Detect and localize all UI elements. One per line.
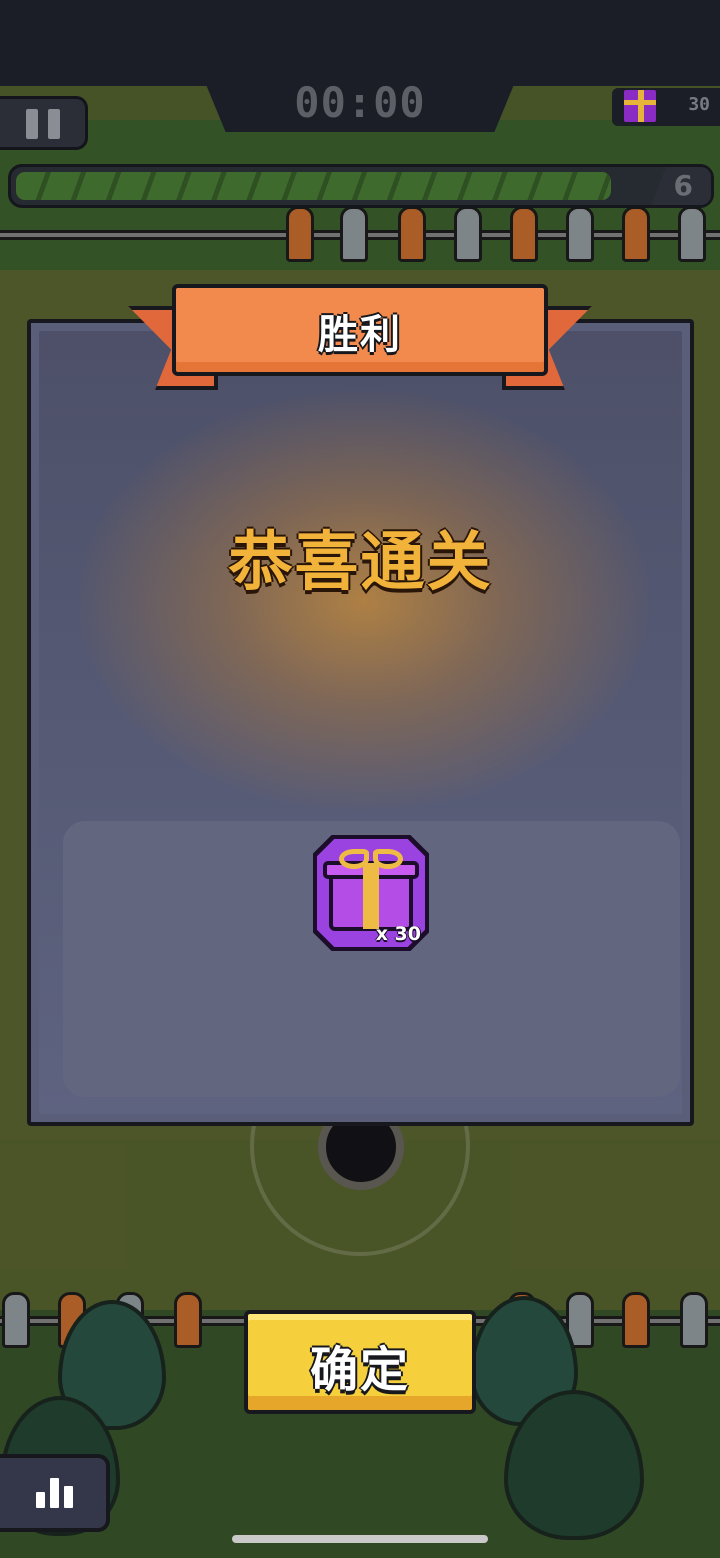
level-progress-bar: 6 — [8, 164, 714, 208]
pause-icon — [26, 109, 38, 139]
bar-chart-icon — [64, 1486, 73, 1508]
victory-banner: 胜利 — [128, 284, 592, 394]
gift-icon — [622, 88, 658, 124]
progress-fill — [16, 172, 612, 200]
banner-title: 胜利 — [318, 312, 402, 358]
bar-chart-icon — [36, 1492, 45, 1508]
level-badge: 6 — [651, 167, 711, 205]
banner-ribbon: 胜利 — [172, 284, 548, 376]
game-timer: 00:00 — [294, 78, 426, 127]
reward-quantity: x 30 — [375, 923, 421, 945]
reward-panel: x 30 — [63, 821, 680, 1097]
reward-item[interactable]: x 30 — [313, 835, 429, 951]
congrats-text: 恭喜通关 — [228, 526, 493, 600]
dialog-body: 恭喜通关 x 30 — [39, 331, 682, 1114]
pause-icon — [48, 109, 60, 139]
level-number: 6 — [673, 169, 693, 202]
victory-dialog: 恭喜通关 x 30 — [27, 319, 694, 1126]
home-indicator[interactable] — [232, 1535, 488, 1543]
bar-chart-icon — [50, 1478, 59, 1508]
gift-counter: 30 — [612, 88, 720, 126]
gift-count: 30 — [688, 94, 710, 115]
pause-button[interactable] — [0, 96, 88, 150]
confirm-button-label: 确定 — [309, 1342, 410, 1398]
stats-button[interactable] — [0, 1454, 110, 1532]
confirm-button[interactable]: 确定 — [244, 1310, 476, 1414]
